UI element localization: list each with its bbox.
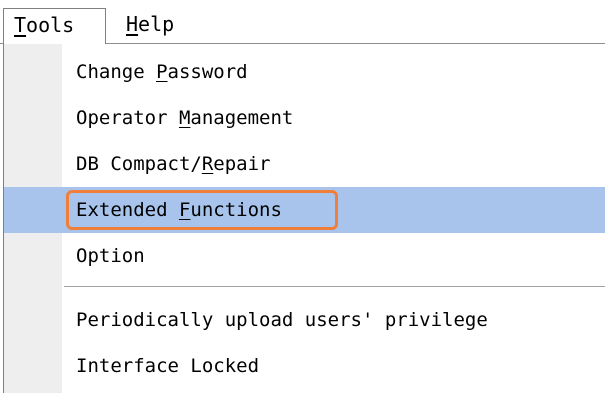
menu-item-option[interactable]: Option: [4, 233, 605, 279]
tools-dropdown-menu: Change Password Operator Management DB C…: [3, 44, 605, 393]
menu-item-operator-management[interactable]: Operator Management: [4, 95, 605, 141]
menu-separator: [64, 286, 605, 288]
menu-help-label: elp: [138, 12, 175, 36]
menu-bar: Tools Help: [0, 0, 605, 44]
menu-item-db-compact-repair[interactable]: DB Compact/Repair: [4, 141, 605, 187]
menu-tools-label: ools: [26, 13, 75, 37]
highlight-gutter: [4, 187, 62, 233]
menu-help[interactable]: Help: [116, 8, 196, 44]
menu-item-interface-locked[interactable]: Interface Locked: [4, 343, 605, 389]
menu-item-label: Option: [76, 245, 145, 267]
menu-item-periodically-upload-privilege[interactable]: Periodically upload users' privilege: [4, 297, 605, 343]
menu-item-label: Operator Management: [76, 107, 294, 129]
menu-item-label: Periodically upload users' privilege: [76, 309, 488, 331]
menu-tools-mnemonic: T: [14, 13, 27, 37]
menu-item-label: DB Compact/Repair: [76, 153, 271, 175]
menu-tools[interactable]: Tools: [3, 8, 106, 44]
menu-item-change-password[interactable]: Change Password: [4, 49, 605, 95]
menu-item-label: Interface Locked: [76, 355, 260, 377]
menu-item-label: Change Password: [76, 61, 248, 83]
menu-help-mnemonic: H: [126, 12, 139, 36]
menu-item-extended-functions[interactable]: Extended Functions: [4, 187, 605, 233]
menu-item-label: Extended Functions: [76, 199, 282, 221]
